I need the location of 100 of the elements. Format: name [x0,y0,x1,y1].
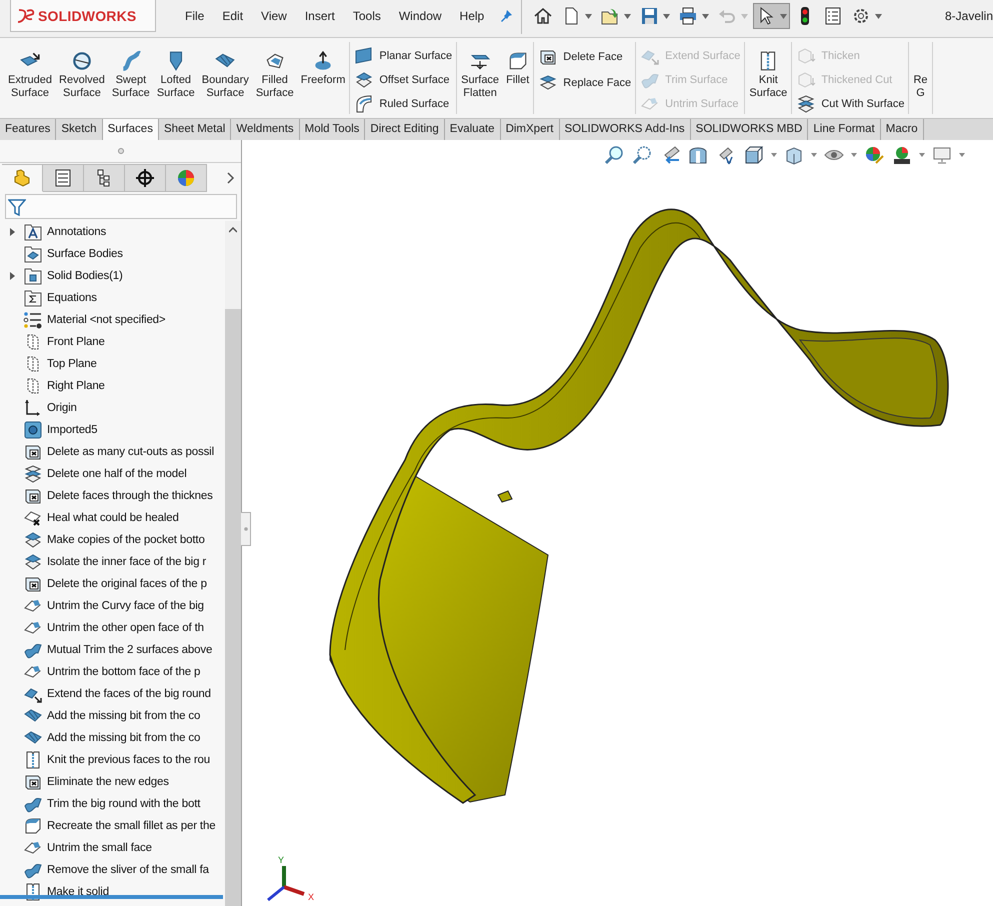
tree-item[interactable]: Delete as many cut-outs as possil [47,446,214,458]
ribbon-button[interactable]: Delete Face [538,46,632,68]
ribbon-tab[interactable]: Macro [880,119,924,140]
ribbon-button[interactable]: Planar Surface [354,46,452,66]
tree-item[interactable]: Untrim the bottom face of the p [47,666,200,678]
tree-item[interactable]: Delete one half of the model [47,468,187,480]
menu-item[interactable]: Window [390,9,451,23]
ribbon-button[interactable]: Filled Surface [254,50,296,100]
zoom-to-fit-icon[interactable] [603,145,625,165]
monitor-icon[interactable] [931,145,953,165]
menu-item[interactable]: Insert [296,9,344,23]
panel-tab[interactable] [125,164,166,192]
tree-item[interactable]: Untrim the Curvy face of the big [47,600,204,612]
ribbon-button[interactable]: Lofted Surface [154,50,197,100]
tree-item[interactable]: Knit the previous faces to the rou [47,754,210,766]
tree-item[interactable]: Eliminate the new edges [47,776,169,788]
pin-icon[interactable] [499,9,514,23]
ribbon-tab[interactable]: Surfaces [102,119,159,140]
save-icon[interactable] [639,6,660,26]
expand-arrow-icon[interactable] [10,228,15,236]
ribbon-button[interactable]: Extruded Surface [6,50,54,100]
caret-icon[interactable] [771,153,777,157]
caret-icon[interactable] [663,14,670,18]
caret-icon[interactable] [919,153,925,157]
tree-item[interactable]: Make copies of the pocket botto [47,534,205,546]
tree-item[interactable]: Add the missing bit from the co [47,732,200,744]
tree-item[interactable]: Solid Bodies(1) [47,270,123,282]
panel-tab[interactable] [43,164,84,192]
offset-surface-icon [23,530,43,550]
tree-item[interactable]: Heal what could be healed [47,512,179,524]
tree-item[interactable]: Mutual Trim the 2 surfaces above [47,644,212,656]
apply-scene-icon[interactable] [891,145,913,165]
caret-icon[interactable] [851,153,857,157]
caret-icon[interactable] [624,14,632,18]
tree-item[interactable]: Remove the sliver of the small fa [47,864,209,876]
tree-item[interactable]: Top Plane [47,358,97,370]
tree-item[interactable]: Origin [47,402,77,414]
ribbon-button[interactable]: Replace Face [538,72,632,94]
tree-item[interactable]: Untrim the small face [47,842,152,854]
tree-item[interactable]: Add the missing bit from the co [47,710,200,722]
revolve-icon [70,50,93,72]
splitter-handle[interactable] [241,512,251,546]
grip-dot-icon[interactable] [244,527,248,531]
zoom-area-icon[interactable] [631,145,653,165]
ribbon-tab[interactable]: SOLIDWORKS MBD [690,119,808,140]
tree-item[interactable]: Untrim the other open face of th [47,622,204,634]
menu-item[interactable]: Tools [344,9,390,23]
ribbon-button[interactable]: Offset Surface [354,70,452,90]
filter-field[interactable] [5,194,237,219]
menu-item[interactable]: Edit [213,9,252,23]
menu-item[interactable]: Help [450,9,494,23]
ribbon-button[interactable]: Swept Surface [110,50,152,100]
tree-item[interactable]: Surface Bodies [47,248,123,260]
caret-icon[interactable] [811,153,817,157]
caret-icon[interactable] [875,14,882,18]
scrollbar[interactable] [225,221,241,906]
home-icon[interactable] [533,6,554,26]
section-view-icon[interactable] [687,145,709,165]
ribbon-button[interactable]: Knit Surface [747,50,790,100]
caret-icon[interactable] [959,153,965,157]
ribbon-button[interactable]: Re G [911,50,930,100]
tree-item[interactable]: Extend the faces of the big round [47,688,211,700]
ribbon-tab[interactable]: SOLIDWORKS Add-Ins [560,119,691,140]
ribbon-button[interactable]: Cut With Surface [796,94,904,114]
ribbon-tab[interactable]: Mold Tools [300,119,366,140]
tree-item[interactable]: Front Plane [47,336,105,348]
tree-item[interactable]: Recreate the small fillet as per the [47,820,216,832]
caret-icon[interactable] [585,14,592,18]
ribbon-button[interactable]: Revolved Surface [57,50,107,100]
tree-item[interactable]: Material <not specified> [47,314,166,326]
menu-item[interactable]: View [252,9,296,23]
grip-dot-icon[interactable] [118,148,124,154]
tree-item[interactable]: Imported5 [47,424,98,436]
scroll-up-icon[interactable] [229,227,237,233]
tree-item[interactable]: Equations [47,292,97,304]
tree-item[interactable]: Isolate the inner face of the big r [47,556,206,568]
ribbon-button[interactable]: Boundary Surface [200,50,251,100]
tree-item[interactable]: Annotations [47,226,106,238]
tree-item[interactable]: Right Plane [47,380,105,392]
ribbon-button[interactable]: Freeform [298,50,348,87]
view-orientation-icon[interactable] [743,145,765,165]
ribbon-tab[interactable]: DimXpert [500,119,560,140]
expand-arrow-icon[interactable] [10,272,15,280]
caret-icon[interactable] [780,14,788,18]
list-icon[interactable] [823,6,844,26]
tree-item[interactable]: Delete the original faces of the p [47,578,207,590]
ribbon-button[interactable]: Surface Flatten [459,50,502,100]
ribbon-button[interactable]: Fillet [504,50,532,87]
cut-with-surface-icon [23,464,43,484]
tree-item[interactable]: Trim the big round with the bott [47,798,200,810]
open-folder-icon[interactable] [600,6,620,26]
tree-item[interactable]: Delete faces through the thicknes [47,490,213,502]
caret-icon[interactable] [702,14,710,18]
menu-item[interactable]: File [176,9,214,23]
panel-tab[interactable] [84,164,125,192]
ribbon-button[interactable]: Ruled Surface [354,94,452,114]
print-icon[interactable] [678,6,698,26]
edit-appearance-icon[interactable] [863,145,885,165]
chevron-right-icon[interactable] [227,172,235,184]
tree-item[interactable]: Make it solid [47,886,109,898]
